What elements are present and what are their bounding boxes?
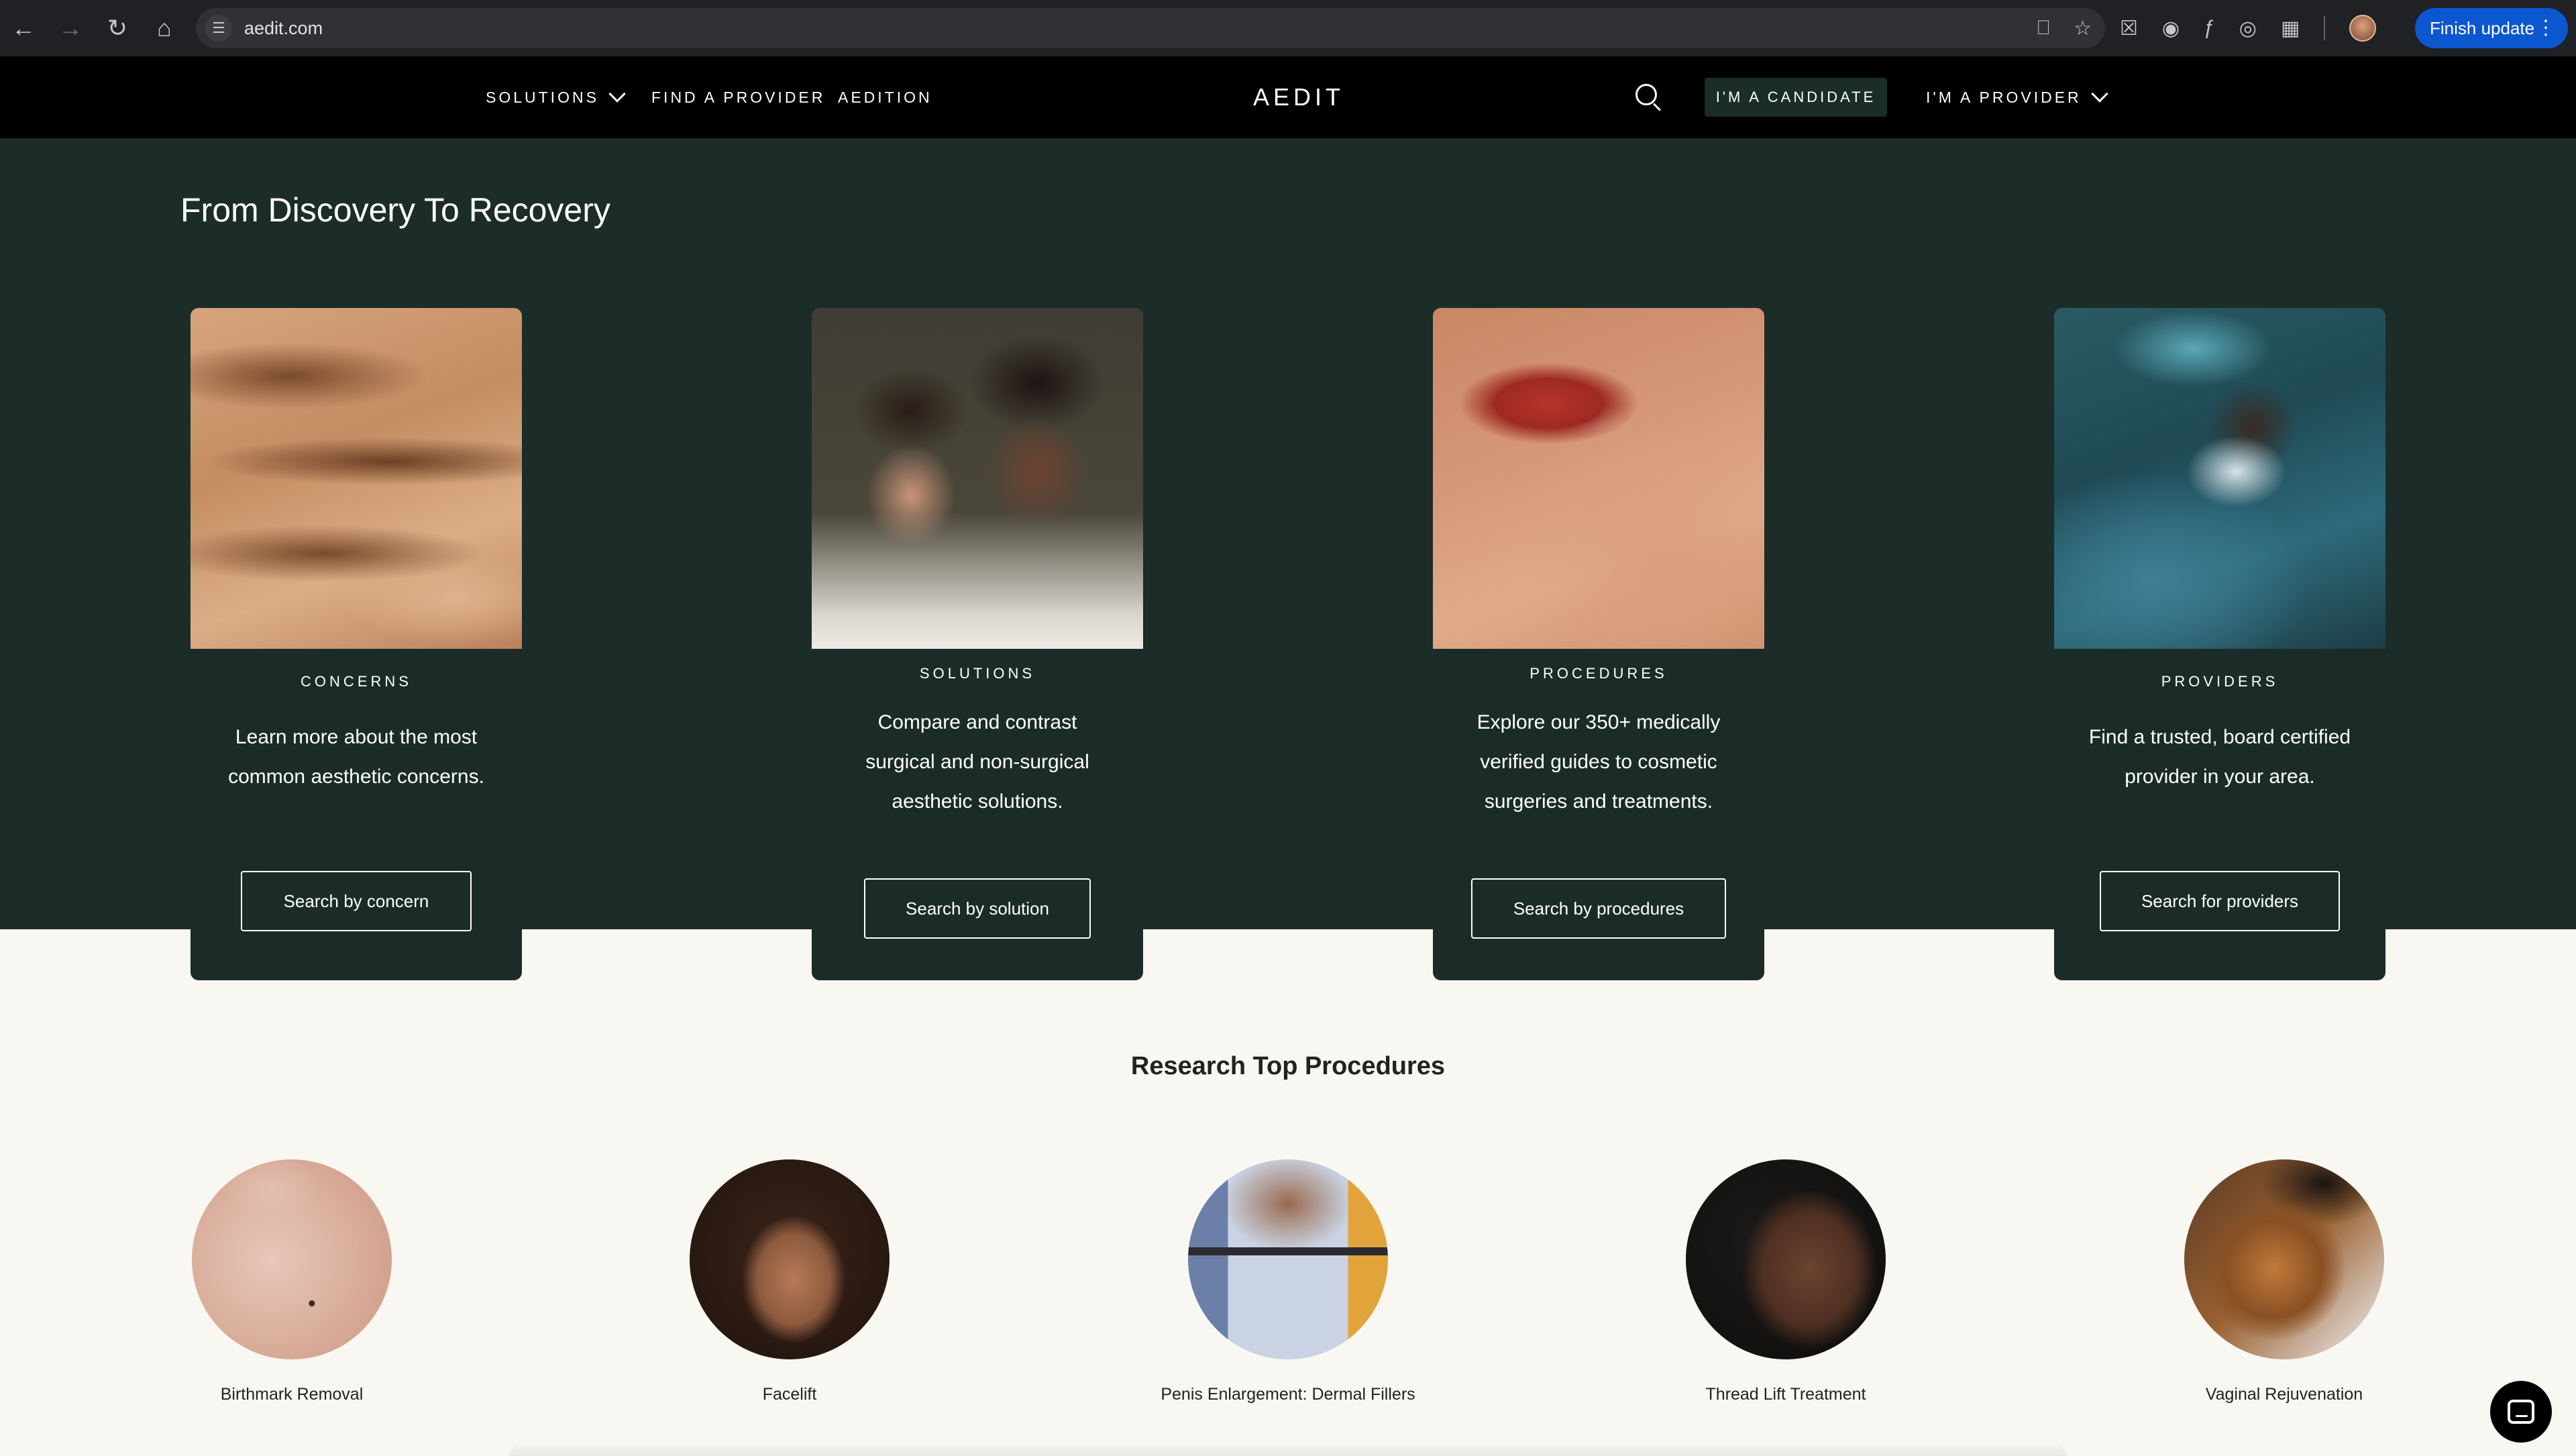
card-concerns-image bbox=[191, 308, 522, 649]
card-solutions: SOLUTIONS Compare and contrast surgical … bbox=[812, 308, 1143, 980]
procedure-name[interactable]: Penis Enlargement: Dermal Fillers bbox=[1134, 1385, 1442, 1404]
profile-avatar[interactable] bbox=[2349, 15, 2377, 42]
search-by-concern-button[interactable]: Search by concern bbox=[241, 871, 472, 931]
next-section-edge bbox=[510, 1443, 2066, 1456]
nav-find-a-provider[interactable]: FIND A PROVIDER bbox=[651, 56, 825, 138]
address-url[interactable]: aedit.com bbox=[244, 18, 323, 39]
site-info-icon[interactable]: ☰ bbox=[205, 15, 232, 42]
provider-menu-label: I'M A PROVIDER bbox=[1926, 88, 2082, 106]
card-providers-description: Find a trusted, board certified provider… bbox=[2088, 726, 2351, 788]
search-by-procedures-button[interactable]: Search by procedures bbox=[1471, 878, 1726, 939]
hero-title: From Discovery To Recovery bbox=[180, 191, 610, 229]
procedure-facelift[interactable]: Facelift bbox=[635, 1159, 944, 1404]
more-menu-icon[interactable]: ⋮ bbox=[2536, 16, 2556, 40]
procedure-name[interactable]: Facelift bbox=[635, 1385, 944, 1404]
procedure-vaginal-rejuvenation[interactable]: Vaginal Rejuvenation bbox=[2130, 1159, 2438, 1404]
nav-solutions-label: SOLUTIONS bbox=[486, 88, 599, 106]
candidate-button[interactable]: I'M A CANDIDATE bbox=[1705, 78, 1887, 117]
procedure-thread-lift-image[interactable] bbox=[1686, 1159, 1886, 1359]
card-solutions-label: SOLUTIONS bbox=[919, 665, 1036, 682]
procedure-name[interactable]: Thread Lift Treatment bbox=[1631, 1385, 1940, 1404]
search-by-solution-button[interactable]: Search by solution bbox=[864, 878, 1091, 939]
card-concerns: CONCERNS Learn more about the most commo… bbox=[191, 308, 522, 980]
chat-launcher-button[interactable] bbox=[2490, 1381, 2552, 1443]
toolbar-divider bbox=[2324, 16, 2326, 40]
reload-icon[interactable]: ↻ bbox=[94, 0, 141, 56]
chevron-down-icon bbox=[608, 85, 626, 103]
procedure-birthmark-image[interactable] bbox=[192, 1159, 392, 1359]
procedure-vaginal-rejuvenation-image[interactable] bbox=[2184, 1159, 2384, 1359]
card-providers-label: PROVIDERS bbox=[2161, 673, 2279, 690]
card-providers-image bbox=[2054, 308, 2385, 649]
card-solutions-image bbox=[812, 308, 1143, 649]
search-icon[interactable] bbox=[1635, 84, 1662, 111]
bookmark-star-icon[interactable]: ☆ bbox=[2074, 17, 2092, 40]
extension-function-icon[interactable]: ƒ bbox=[2204, 17, 2215, 40]
search-for-providers-button[interactable]: Search for providers bbox=[2100, 871, 2340, 931]
procedure-birthmark-removal[interactable]: Birthmark Removal bbox=[138, 1159, 446, 1404]
chevron-down-icon bbox=[2090, 85, 2108, 103]
install-app-icon[interactable]: ⎕ bbox=[2037, 17, 2049, 40]
nav-find-provider-label: FIND A PROVIDER bbox=[651, 88, 826, 106]
card-solutions-description: Compare and contrast surgical and non-su… bbox=[865, 711, 1089, 813]
back-icon[interactable]: ← bbox=[0, 0, 47, 56]
extension-ghost-icon[interactable]: ◉ bbox=[2162, 17, 2180, 40]
procedure-name[interactable]: Vaginal Rejuvenation bbox=[2130, 1385, 2438, 1404]
card-procedures-image bbox=[1433, 308, 1764, 649]
extension-circle-icon[interactable]: ◎ bbox=[2239, 17, 2257, 40]
provider-menu[interactable]: I'M A PROVIDER bbox=[1926, 56, 2108, 138]
card-procedures-description: Explore our 350+ medically verified guid… bbox=[1477, 711, 1721, 813]
card-procedures: PROCEDURES Explore our 350+ medically ve… bbox=[1433, 308, 1764, 980]
procedure-penis-enlargement[interactable]: Penis Enlargement: Dermal Fillers bbox=[1134, 1159, 1442, 1404]
nav-solutions[interactable]: SOLUTIONS bbox=[486, 56, 626, 138]
procedure-thread-lift[interactable]: Thread Lift Treatment bbox=[1631, 1159, 1940, 1404]
procedure-name[interactable]: Birthmark Removal bbox=[138, 1385, 446, 1404]
finish-update-label: Finish update bbox=[2430, 17, 2535, 38]
extension-x-icon[interactable]: ☒ bbox=[2120, 17, 2138, 40]
nav-aedition[interactable]: AEDITION bbox=[838, 56, 932, 138]
browser-toolbar: ← → ↻ ⌂ ☰ aedit.com ⎕ ☆ ☒ ◉ ƒ ◎ ▦ Finish… bbox=[0, 0, 2576, 56]
card-concerns-label: CONCERNS bbox=[301, 673, 412, 690]
card-procedures-label: PROCEDURES bbox=[1529, 665, 1668, 682]
site-header: SOLUTIONS FIND A PROVIDER AEDITION AEDIT… bbox=[0, 56, 2576, 138]
site-logo[interactable]: AEDIT bbox=[1253, 56, 1344, 138]
procedure-penis-enlargement-image[interactable] bbox=[1188, 1159, 1388, 1359]
finish-update-button[interactable]: Finish update ⋮ bbox=[2415, 8, 2568, 48]
address-bar[interactable]: ☰ aedit.com ⎕ ☆ bbox=[196, 8, 2105, 48]
extensions-puzzle-icon[interactable]: ▦ bbox=[2281, 17, 2300, 40]
research-title: Research Top Procedures bbox=[1130, 1052, 1446, 1080]
chat-icon bbox=[2508, 1400, 2534, 1424]
procedure-facelift-image[interactable] bbox=[690, 1159, 890, 1359]
nav-aedition-label: AEDITION bbox=[838, 88, 932, 106]
card-providers: PROVIDERS Find a trusted, board certifie… bbox=[2054, 308, 2385, 980]
card-concerns-description: Learn more about the most common aesthet… bbox=[228, 726, 484, 788]
forward-icon[interactable]: → bbox=[47, 0, 94, 56]
home-icon[interactable]: ⌂ bbox=[141, 0, 188, 56]
